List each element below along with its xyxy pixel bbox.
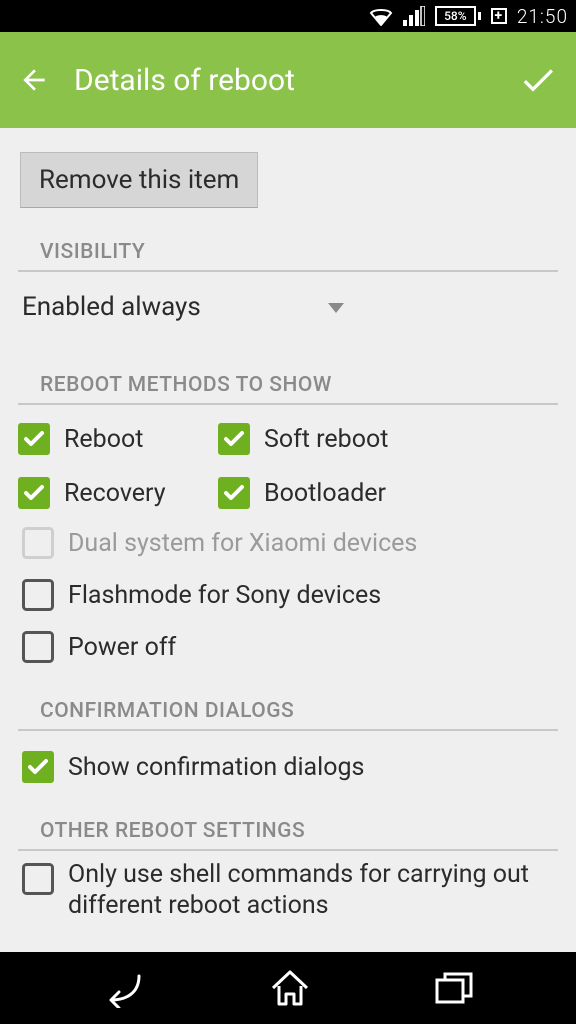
checkbox-unchecked-icon	[22, 579, 54, 611]
section-header-confirm: CONFIRMATION DIALOGS	[18, 673, 558, 731]
visibility-value: Enabled always	[22, 292, 201, 322]
confirm-check-icon[interactable]	[518, 60, 558, 100]
checkbox-label: Flashmode for Sony devices	[68, 581, 381, 610]
checkbox-label: Reboot	[64, 425, 143, 454]
checkbox-unchecked-icon	[22, 631, 54, 663]
checkbox-label: Soft reboot	[264, 425, 388, 454]
chevron-down-icon	[328, 298, 344, 317]
checkbox-flashmode[interactable]: Flashmode for Sony devices	[18, 569, 558, 621]
app-bar: Details of reboot	[0, 32, 576, 128]
checkbox-label: Only use shell commands for carrying out…	[68, 859, 554, 922]
section-header-visibility: VISIBILITY	[18, 218, 558, 272]
checkbox-recovery[interactable]: Recovery	[18, 469, 218, 517]
checkbox-label: Power off	[68, 633, 176, 662]
status-bar: 58% + 21:50	[0, 0, 576, 32]
checkbox-checked-icon	[218, 477, 250, 509]
navigation-bar	[0, 952, 576, 1024]
checkbox-checked-icon	[22, 751, 54, 783]
checkbox-label: Recovery	[64, 479, 166, 508]
checkbox-checked-icon	[18, 423, 50, 455]
checkbox-label: Dual system for Xiaomi devices	[68, 529, 417, 558]
section-header-other: OTHER REBOOT SETTINGS	[18, 793, 558, 851]
content-scroll[interactable]: Remove this item VISIBILITY Enabled alwa…	[0, 128, 576, 952]
checkbox-unchecked-icon	[22, 527, 54, 559]
visibility-dropdown[interactable]: Enabled always	[18, 286, 558, 337]
checkbox-unchecked-icon	[22, 863, 54, 895]
checkbox-show-confirmation[interactable]: Show confirmation dialogs	[18, 741, 558, 793]
checkbox-reboot[interactable]: Reboot	[18, 415, 218, 463]
checkbox-checked-icon	[18, 477, 50, 509]
nav-home-icon[interactable]	[269, 968, 311, 1008]
plus-icon: +	[491, 8, 507, 24]
signal-icon	[403, 6, 425, 26]
wifi-icon	[369, 6, 393, 26]
checkbox-soft-reboot[interactable]: Soft reboot	[218, 415, 558, 463]
checkbox-label: Show confirmation dialogs	[68, 753, 364, 782]
checkbox-shell-commands[interactable]: Only use shell commands for carrying out…	[0, 851, 576, 922]
status-time: 21:50	[517, 5, 568, 28]
back-arrow-icon[interactable]	[18, 64, 50, 96]
nav-back-icon[interactable]	[101, 968, 147, 1008]
checkbox-checked-icon	[218, 423, 250, 455]
remove-item-button[interactable]: Remove this item	[20, 152, 258, 208]
checkbox-label: Bootloader	[264, 479, 386, 508]
checkbox-dual-system: Dual system for Xiaomi devices	[18, 517, 558, 569]
section-header-methods: REBOOT METHODS TO SHOW	[18, 347, 558, 405]
nav-recent-icon[interactable]	[433, 968, 475, 1008]
battery-percent: 58%	[444, 9, 466, 23]
battery-indicator: 58%	[435, 6, 481, 26]
page-title: Details of reboot	[74, 63, 518, 98]
checkbox-power-off[interactable]: Power off	[18, 621, 558, 673]
checkbox-bootloader[interactable]: Bootloader	[218, 469, 558, 517]
